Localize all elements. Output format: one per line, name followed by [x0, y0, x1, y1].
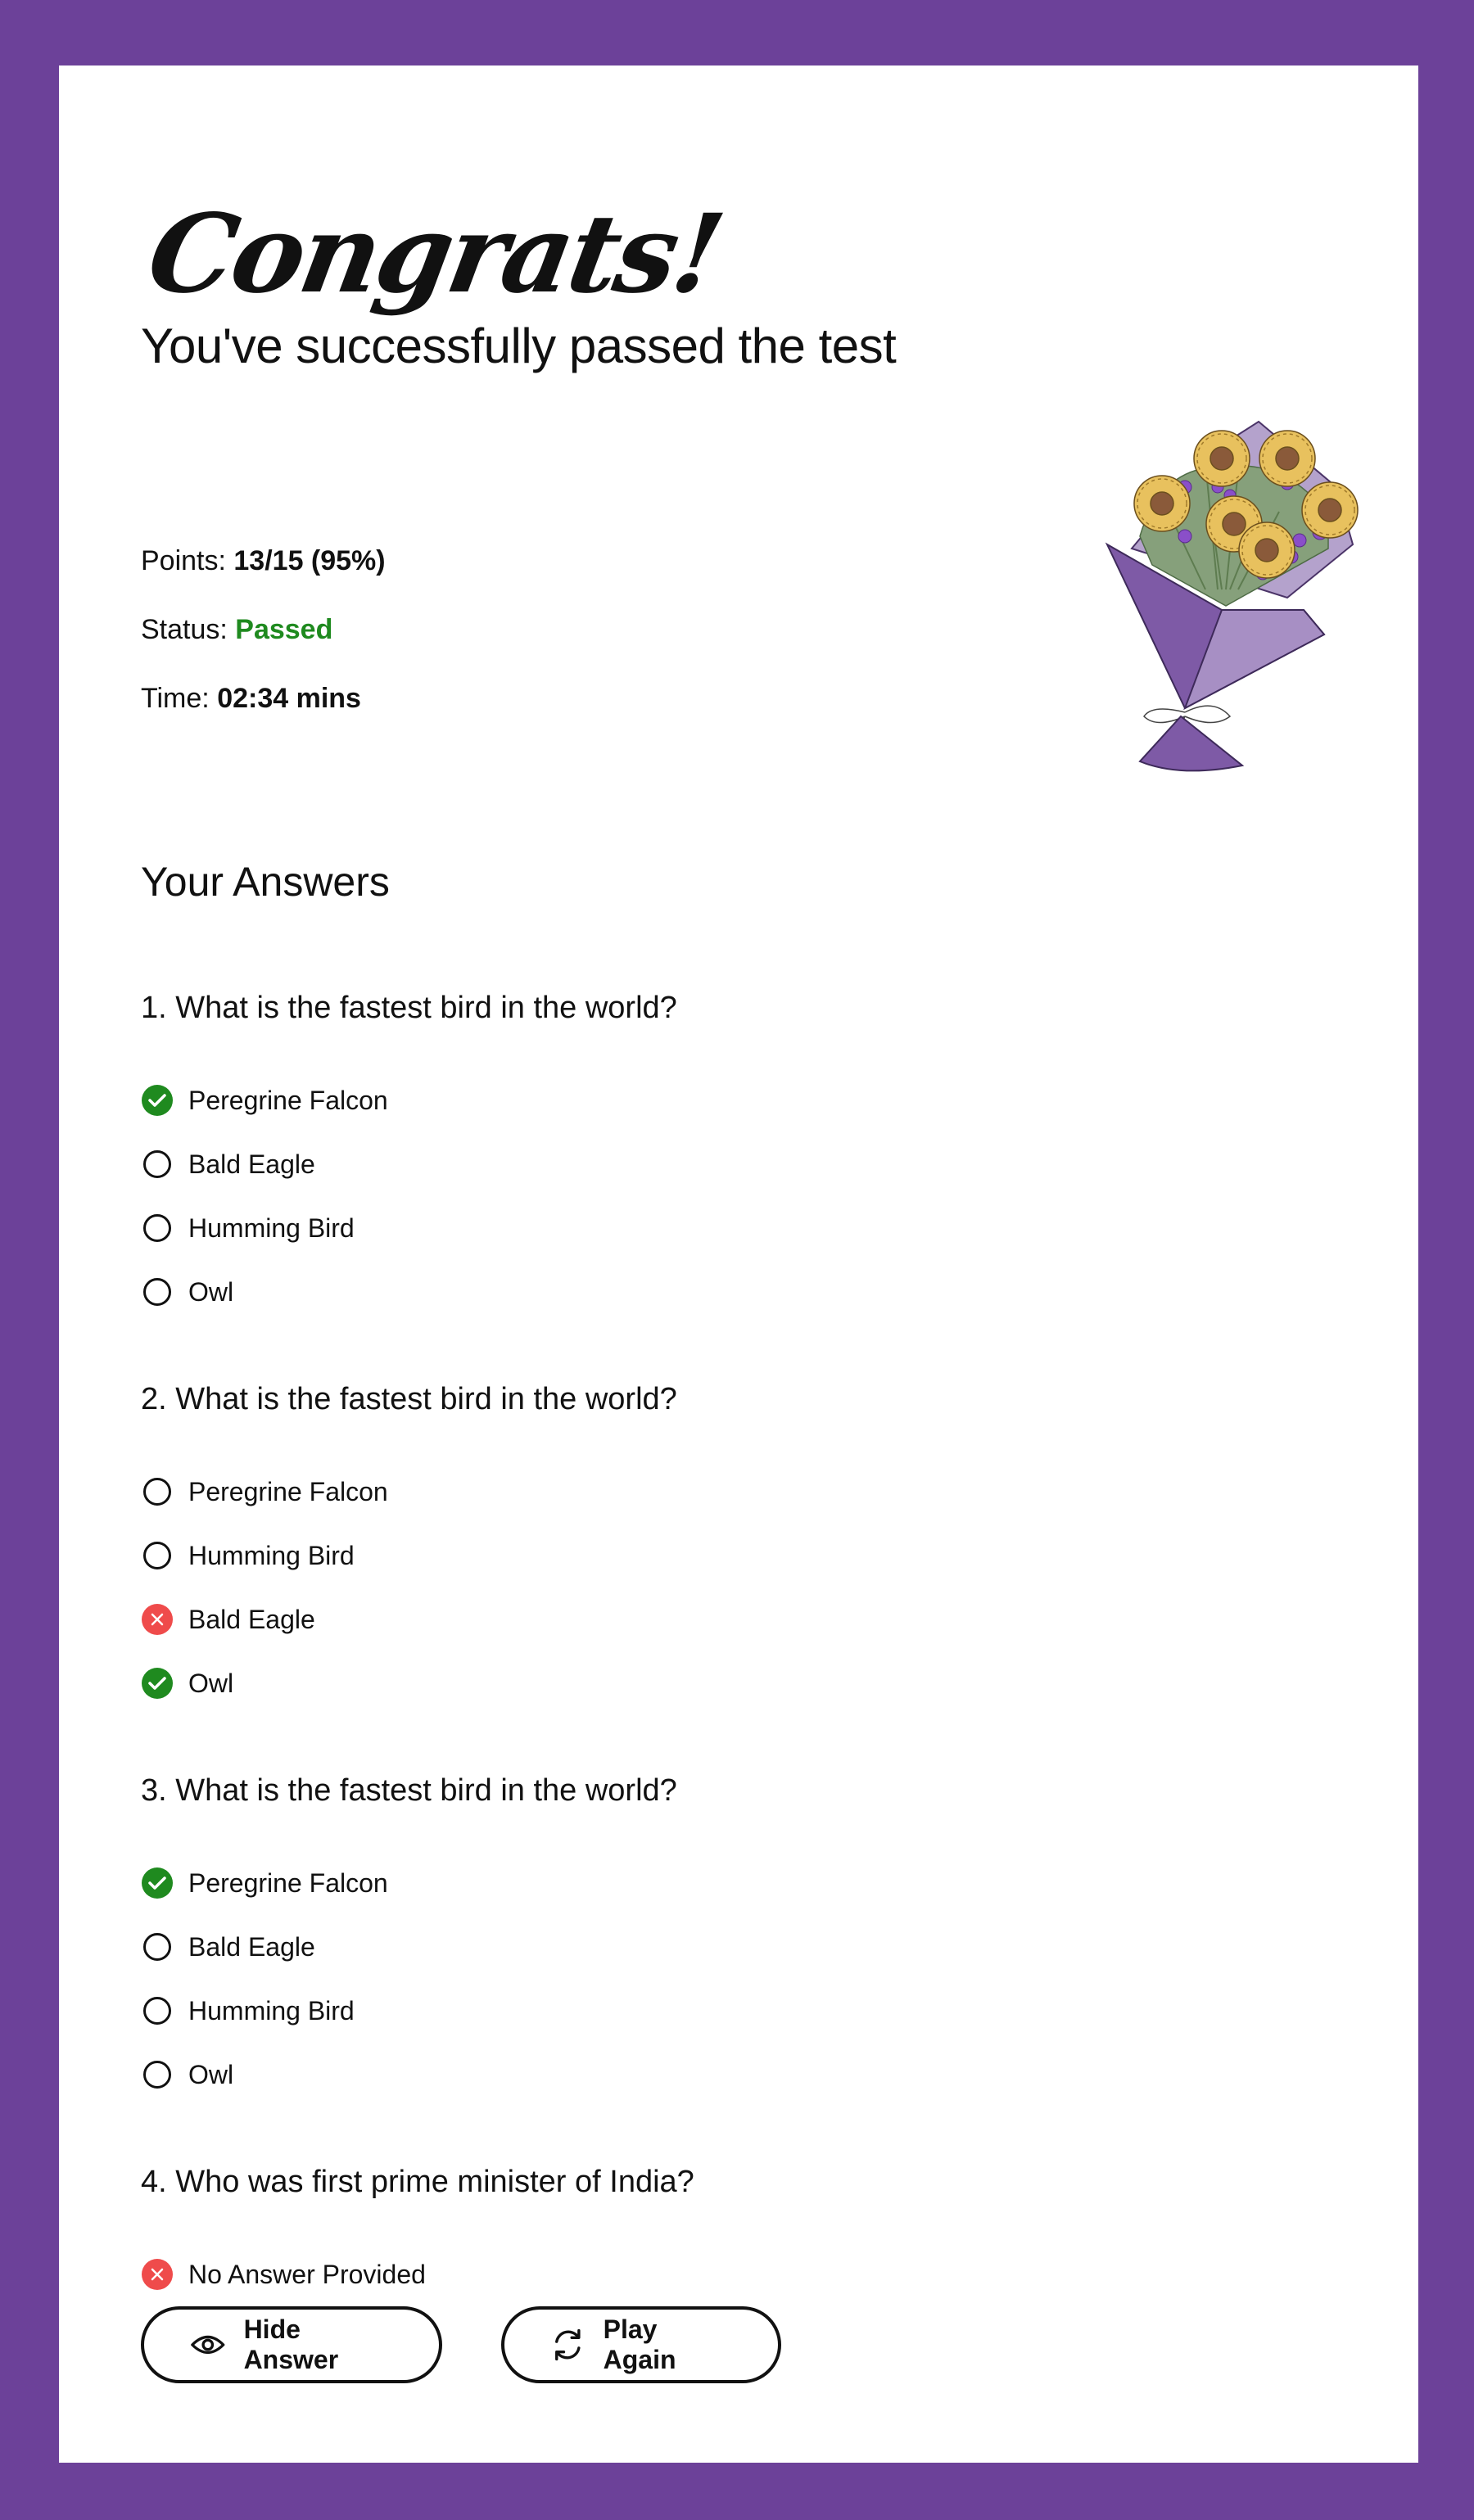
radio-empty-icon: [141, 2058, 174, 2091]
hide-answer-button[interactable]: Hide Answer: [141, 2306, 442, 2383]
check-circle-icon: [142, 1085, 173, 1116]
play-again-button[interactable]: Play Again: [501, 2306, 781, 2383]
question-text: What is the fastest bird in the world?: [175, 1773, 677, 1808]
question-number: 1.: [141, 991, 167, 1025]
congrats-heading: Congrats!: [139, 191, 730, 318]
question-title: 4. Who was first prime minister of India…: [141, 2165, 694, 2198]
option-owl[interactable]: Owl: [141, 1651, 677, 1715]
check-circle-icon: [142, 1668, 173, 1699]
status-value: Passed: [235, 614, 333, 645]
option-list: Peregrine Falcon Bald Eagle Humming Bird…: [141, 1068, 677, 1324]
option-bald-eagle[interactable]: Bald Eagle: [141, 1132, 677, 1196]
option-label: Peregrine Falcon: [188, 1867, 388, 1898]
question-title: 2. What is the fastest bird in the world…: [141, 1383, 677, 1416]
question-number: 3.: [141, 1773, 167, 1808]
radio-empty-icon: [141, 1212, 174, 1244]
question-text: What is the fastest bird in the world?: [175, 1382, 677, 1416]
hide-answer-label: Hide Answer: [243, 2315, 339, 2374]
option-peregrine-falcon[interactable]: Peregrine Falcon: [141, 1068, 677, 1132]
option-humming-bird[interactable]: Humming Bird: [141, 1524, 677, 1587]
action-buttons: Hide Answer Play Again: [141, 2306, 781, 2383]
radio-empty-icon: [141, 1539, 174, 1572]
refresh-icon: [555, 2328, 581, 2361]
radio-empty-icon: [141, 1475, 174, 1508]
bouquet-illustration: [1105, 420, 1359, 772]
question-2: 2. What is the fastest bird in the world…: [141, 1383, 677, 1715]
question-3: 3. What is the fastest bird in the world…: [141, 1774, 677, 2107]
option-label: Owl: [188, 1276, 234, 1307]
option-list: Peregrine Falcon Bald Eagle Humming Bird…: [141, 1851, 677, 2107]
result-content: Congrats! You've successfully passed the…: [139, 65, 1359, 2463]
x-circle-icon: [142, 2259, 173, 2290]
answers-heading: Your Answers: [141, 859, 390, 905]
question-title: 1. What is the fastest bird in the world…: [141, 991, 677, 1024]
status-row: Status: Passed: [141, 613, 386, 682]
stats-panel: Points: 13/15 (95%) Status: Passed Time:…: [141, 544, 386, 751]
question-number: 4.: [141, 2165, 167, 2199]
time-label: Time:: [141, 683, 218, 714]
option-owl[interactable]: Owl: [141, 2043, 677, 2107]
option-label: Owl: [188, 1668, 234, 1698]
eye-icon: [191, 2335, 225, 2355]
option-label: Bald Eagle: [188, 1931, 315, 1962]
option-humming-bird[interactable]: Humming Bird: [141, 1979, 677, 2043]
option-no-answer: No Answer Provided: [141, 2242, 694, 2306]
result-subtitle: You've successfully passed the test: [141, 318, 897, 373]
option-bald-eagle[interactable]: Bald Eagle: [141, 1587, 677, 1651]
option-bald-eagle[interactable]: Bald Eagle: [141, 1915, 677, 1979]
option-label: Humming Bird: [188, 1540, 355, 1570]
option-label: No Answer Provided: [188, 2259, 426, 2289]
option-label: Peregrine Falcon: [188, 1476, 388, 1506]
question-number: 2.: [141, 1382, 167, 1416]
points-row: Points: 13/15 (95%): [141, 544, 386, 613]
time-value: 02:34 mins: [217, 683, 361, 714]
question-text: Who was first prime minister of India?: [175, 2165, 694, 2199]
option-peregrine-falcon[interactable]: Peregrine Falcon: [141, 1851, 677, 1915]
radio-empty-icon: [141, 1276, 174, 1308]
radio-empty-icon: [141, 1994, 174, 2027]
option-list: Peregrine Falcon Humming Bird Bald Eagle…: [141, 1460, 677, 1715]
radio-empty-icon: [141, 1148, 174, 1181]
points-label: Points:: [141, 545, 234, 576]
points-value: 13/15 (95%): [233, 545, 386, 576]
result-card: Congrats! You've successfully passed the…: [59, 65, 1418, 2463]
option-humming-bird[interactable]: Humming Bird: [141, 1196, 677, 1260]
option-label: Humming Bird: [188, 1213, 355, 1243]
question-1: 1. What is the fastest bird in the world…: [141, 991, 677, 1324]
option-label: Peregrine Falcon: [188, 1085, 388, 1115]
option-peregrine-falcon[interactable]: Peregrine Falcon: [141, 1460, 677, 1524]
option-label: Bald Eagle: [188, 1604, 315, 1634]
question-4: 4. Who was first prime minister of India…: [141, 2165, 694, 2306]
x-circle-icon: [142, 1604, 173, 1635]
option-label: Owl: [188, 2059, 234, 2089]
radio-empty-icon: [141, 1931, 174, 1963]
play-again-label: Play Again: [603, 2315, 676, 2374]
option-label: Bald Eagle: [188, 1149, 315, 1179]
question-title: 3. What is the fastest bird in the world…: [141, 1774, 677, 1807]
check-circle-icon: [142, 1867, 173, 1899]
option-list: No Answer Provided: [141, 2242, 694, 2306]
time-row: Time: 02:34 mins: [141, 682, 386, 751]
status-label: Status:: [141, 614, 236, 645]
option-label: Humming Bird: [188, 1995, 355, 2025]
question-text: What is the fastest bird in the world?: [175, 991, 677, 1025]
option-owl[interactable]: Owl: [141, 1260, 677, 1324]
